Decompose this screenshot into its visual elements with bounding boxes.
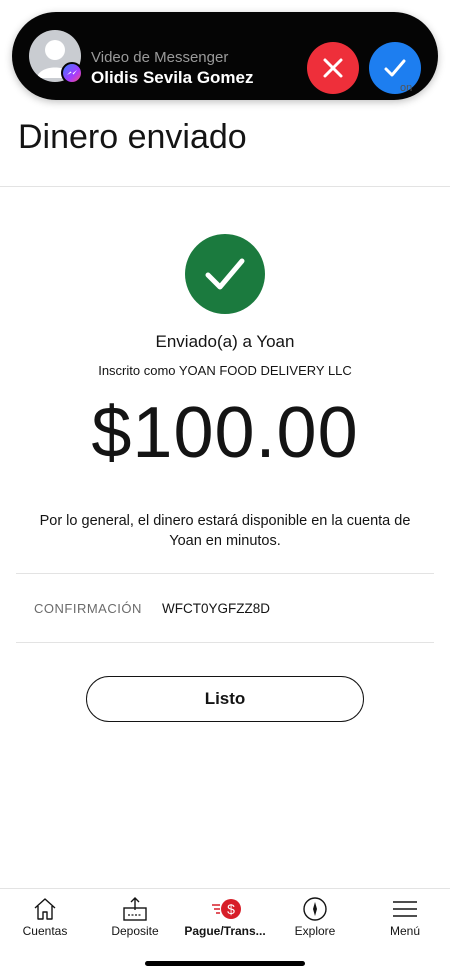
nav-label: Pague/Trans... [184,924,266,938]
messenger-icon [61,62,83,84]
caller-name: Olidis Sevila Gomez [91,68,254,87]
decline-call-button[interactable] [307,42,359,94]
home-indicator [145,961,305,966]
nav-item-cuentas[interactable]: Cuentas [0,889,90,949]
compass-icon [303,897,327,921]
deposit-icon [123,897,147,921]
page-title: Dinero enviado [18,118,247,156]
confirmation-label: CONFIRMACIÓN [34,601,142,616]
incoming-call-banner[interactable]: Video de Messenger Olidis Sevila Gomez [12,12,438,100]
svg-text:$: $ [227,901,235,917]
done-button[interactable]: Listo [86,676,364,722]
menu-icon [393,901,417,917]
registered-name: Inscrito como YOAN FOOD DELIVERY LLC [98,363,352,378]
nav-label: Explore [294,924,336,938]
nav-item-menu[interactable]: Menú [360,889,450,949]
status-bar-peek-text: on [400,82,413,94]
nav-item-explore[interactable]: Explore [270,889,360,949]
accept-call-button[interactable] [369,42,421,94]
nav-label: Deposite [111,924,159,938]
availability-note: Por lo general, el dinero estará disponi… [39,513,411,549]
close-icon [323,58,343,78]
pay-transfer-icon: $ [212,899,241,919]
confirmation-code: WFCT0YGFZZ8D [162,601,270,616]
nav-label: Menú [389,924,421,938]
call-source-label: Video de Messenger [91,49,229,66]
recipient-heading: Enviado(a) a Yoan [155,332,295,351]
nav-item-deposite[interactable]: Deposite [90,889,180,949]
home-icon [34,898,56,920]
sent-amount: $100.00 [91,393,359,473]
nav-label: Cuentas [22,924,68,938]
nav-item-pague-transfiera[interactable]: $ Pague/Trans... [180,889,270,949]
divider [16,642,434,643]
check-icon [384,59,406,77]
check-circle-icon [185,234,265,314]
title-divider [0,186,450,187]
divider [16,573,434,574]
